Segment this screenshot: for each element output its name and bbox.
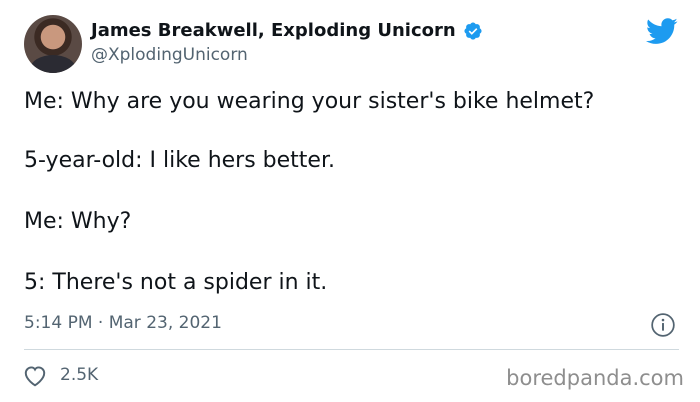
watermark: boredpanda.com [506,366,684,390]
tweet-line: 5-year-old: I like hers better. [24,148,335,173]
like-count: 2.5K [60,365,99,385]
avatar-shoulders [30,55,76,73]
info-icon[interactable] [650,312,676,338]
author-handle[interactable]: @XplodingUnicorn [91,45,248,65]
author-display-name[interactable]: James Breakwell, Exploding Unicorn [91,20,456,41]
tweet-line: Me: Why are you wearing your sister's bi… [24,89,595,114]
twitter-bird-icon[interactable] [646,18,678,45]
tweet-line: 5: There's not a spider in it. [24,270,328,295]
heart-icon[interactable] [22,363,48,387]
like-button[interactable]: 2.5K [22,363,98,387]
verified-badge-icon [464,21,482,40]
tweet-line: Me: Why? [24,209,132,234]
divider [24,349,679,350]
avatar[interactable] [24,15,82,73]
tweet-timestamp[interactable]: 5:14 PM · Mar 23, 2021 [24,313,222,333]
author-name-row: James Breakwell, Exploding Unicorn [91,20,483,41]
